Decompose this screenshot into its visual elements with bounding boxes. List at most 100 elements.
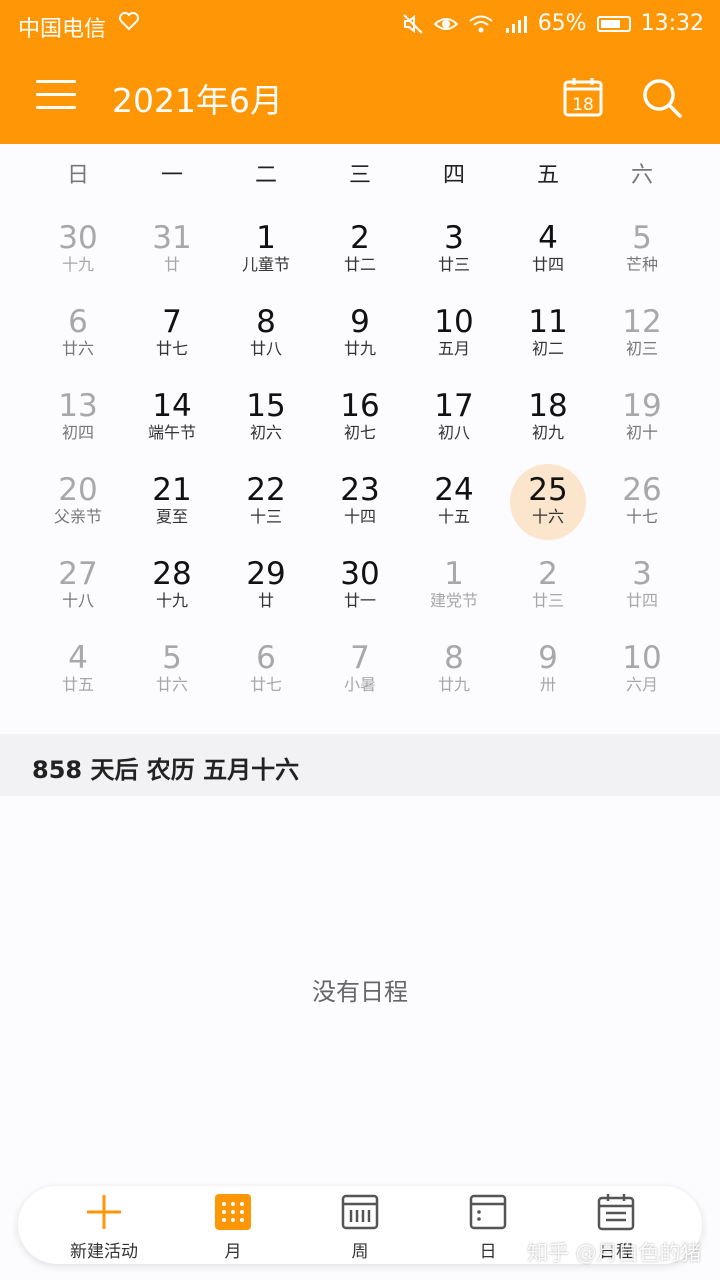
calendar-day[interactable]: 4 廿五 [31,628,125,712]
nav-month[interactable]: 月 [173,1192,293,1262]
day-number: 6 [256,640,276,676]
calendar-day[interactable]: 6 廿七 [219,628,313,712]
carrier-name: 中国电信 [18,17,107,42]
calendar-day[interactable]: 26 十七 [595,460,689,544]
calendar-day[interactable]: 1 儿童节 [219,208,313,292]
calendar-day[interactable]: 13 初四 [31,376,125,460]
lunar-date: 建党节 [429,591,478,610]
calendar-day[interactable]: 9 廿九 [313,292,407,376]
calendar-day[interactable]: 19 初十 [595,376,689,460]
calendar-day[interactable]: 3 廿三 [407,208,501,292]
calendar-day[interactable]: 30 廿一 [313,544,407,628]
calendar-day[interactable]: 18 初九 [501,376,595,460]
lunar-date: 端午节 [147,423,196,442]
calendar-day[interactable]: 20 父亲节 [31,460,125,544]
day-number: 11 [528,304,568,340]
lunar-date: 初六 [249,423,282,442]
today-button[interactable]: 18 [562,76,604,118]
lunar-date: 父亲节 [53,507,102,526]
calendar-day[interactable]: 2 廿二 [313,208,407,292]
calendar-day[interactable]: 15 初六 [219,376,313,460]
day-number: 14 [152,388,192,424]
nav-month-label: 月 [224,1242,242,1262]
calendar-day[interactable]: 3 廿四 [595,544,689,628]
day-number: 10 [434,304,474,340]
calendar-day[interactable]: 7 廿七 [125,292,219,376]
eye-icon [433,17,458,30]
calendar-day[interactable]: 5 芒种 [595,208,689,292]
lunar-date: 廿 [257,591,274,610]
calendar-day[interactable]: 8 廿九 [407,628,501,712]
calendar-day[interactable]: 17 初八 [407,376,501,460]
weekday-label: 二 [254,163,277,188]
calendar-day[interactable]: 31 廿 [125,208,219,292]
lunar-date: 廿四 [531,255,564,274]
calendar-day[interactable]: 9卅 [501,628,595,712]
calendar-day[interactable]: 6 廿六 [31,292,125,376]
nav-week-label: 周 [351,1242,369,1262]
calendar-day[interactable]: 22 十三 [219,460,313,544]
calendar-day-selected[interactable]: 25 十六 [501,460,595,544]
search-button[interactable] [640,76,684,120]
day-number: 3 [632,556,652,592]
nav-week[interactable]: 周 [300,1192,420,1262]
month-title[interactable]: 2021年6月 [112,74,283,122]
day-number: 7 [162,304,182,340]
lunar-date: 初四 [61,423,94,442]
lunar-date: 十三 [249,507,282,526]
agenda-icon [597,1194,635,1231]
svg-text:18: 18 [572,95,594,115]
battery-icon [596,15,631,32]
lunar-date: 十七 [625,507,658,526]
calendar-day[interactable]: 23 十四 [313,460,407,544]
lunar-date: 廿六 [155,675,188,694]
calendar-day[interactable]: 12 初三 [595,292,689,376]
calendar-day[interactable]: 10 五月 [407,292,501,376]
calendar-day[interactable]: 2 廿三 [501,544,595,628]
lunar-date: 廿一 [343,591,376,610]
day-number: 9 [350,304,370,340]
lunar-date: 十六 [531,507,564,526]
lunar-date: 十九 [155,591,188,610]
calendar-week-row: 20 父亲节 21 夏至 22 十三 23 十四 24 十五 25 十六 26 十七 [31,460,689,544]
calendar-grid: 30 十九 31 廿 1 儿童节 2 廿二 3 廿三 4 廿四 5 芒种 6 廿六 7 廿七 8 廿八 9 廿九 10 五月 1… [31,208,689,712]
calendar-day[interactable]: 27 十八 [31,544,125,628]
day-number: 16 [340,388,380,424]
nav-new-event[interactable]: 新建活动 [44,1192,164,1262]
day-number: 17 [434,388,474,424]
day-number: 2 [350,220,370,256]
wifi-icon [469,15,493,32]
lunar-date: 廿五 [61,675,94,694]
day-number: 28 [152,556,192,592]
calendar-day[interactable]: 29 廿 [219,544,313,628]
lunar-date: 小暑 [343,675,376,694]
calendar-day[interactable]: 24 十五 [407,460,501,544]
calendar-day[interactable]: 16 初七 [313,376,407,460]
week-icon [341,1194,379,1230]
calendar-day[interactable]: 30 十九 [31,208,125,292]
day-number: 4 [538,220,558,256]
calendar-day[interactable]: 8 廿八 [219,292,313,376]
day-number: 21 [152,472,192,508]
calendar-day[interactable]: 5 廿六 [125,628,219,712]
calendar-week-row: 30 十九 31 廿 1 儿童节 2 廿二 3 廿三 4 廿四 5 芒种 [31,208,689,292]
battery-percent: 65% [537,11,587,36]
day-number: 8 [444,640,464,676]
calendar-day[interactable]: 7 小暑 [313,628,407,712]
calendar-day[interactable]: 1 建党节 [407,544,501,628]
day-number: 9 [538,640,558,676]
weekday-header: 日 一 二 三 四 五 六 [0,144,720,208]
calendar-day[interactable]: 11 初二 [501,292,595,376]
weekday-label: 五 [536,163,559,188]
date-info-bar: 858 天后 农历 五月十六 [0,734,720,796]
menu-button[interactable] [36,80,76,114]
calendar-day[interactable]: 4 廿四 [501,208,595,292]
calendar-day[interactable]: 28 十九 [125,544,219,628]
weekday-label: 四 [442,163,465,188]
calendar-day[interactable]: 14 端午节 [125,376,219,460]
day-icon [469,1194,507,1230]
lunar-date: 十四 [343,507,376,526]
lunar-date: 廿七 [249,675,282,694]
calendar-day[interactable]: 10 六月 [595,628,689,712]
calendar-day[interactable]: 21 夏至 [125,460,219,544]
